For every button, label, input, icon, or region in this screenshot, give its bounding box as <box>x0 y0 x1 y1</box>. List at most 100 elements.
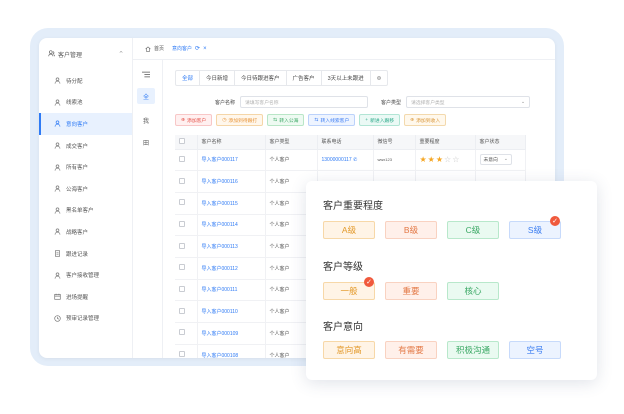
table-row[interactable]: 导入客户000117 个人客户 13000000117 ✆ wwx123 ★★★☆☆ 未意… <box>175 149 526 172</box>
checkbox[interactable] <box>179 264 185 271</box>
star-icon[interactable]: ★ <box>436 155 443 164</box>
sidebar-item[interactable]: 所有客户 <box>39 156 132 178</box>
row-checkbox-cell[interactable] <box>175 235 198 258</box>
checkbox[interactable] <box>179 307 185 314</box>
level-tag-important[interactable]: 重要 <box>385 282 437 300</box>
customer-name-link[interactable]: 导入客户000112 <box>197 257 266 280</box>
type-select[interactable]: 请选择客户类型 ⌄ <box>406 96 531 108</box>
chevron-up-icon: ⌃ <box>118 51 124 58</box>
refresh-icon[interactable]: ⟳ <box>195 45 200 52</box>
phone-cell[interactable]: 13000000117 ✆ <box>317 149 374 172</box>
sidebar-item-label: 公海客户 <box>66 186 89 193</box>
table-header: 客户名称 客户类型 联系电话 微信号 重要程度 客户状态 <box>175 135 526 150</box>
customer-name-link[interactable]: 导入客户000114 <box>197 214 266 237</box>
checkbox[interactable] <box>179 137 185 144</box>
action-button[interactable]: ◷ 添加到待跟打 <box>216 114 264 126</box>
customer-name-link[interactable]: 导入客户000109 <box>197 322 266 345</box>
column-header: 客户名称 <box>197 135 266 150</box>
importance-tag-a[interactable]: A级 <box>323 221 375 239</box>
view-mine-button[interactable]: 我 <box>137 112 155 128</box>
sidebar-item[interactable]: 客户接收管理 <box>39 264 132 286</box>
select-all-checkbox[interactable] <box>175 135 198 150</box>
sidebar-item[interactable]: 战略客户 <box>39 221 132 243</box>
sidebar-item[interactable]: 预审记录管理 <box>39 308 132 330</box>
breadcrumb: 首页 意向客户 ⟳ × <box>133 38 555 60</box>
sidebar-item[interactable]: 意向客户 <box>39 113 132 135</box>
grid-view-button[interactable]: 田 <box>137 134 155 150</box>
importance-stars[interactable]: ★★★☆☆ <box>415 149 476 172</box>
sidebar-item[interactable]: 线索池 <box>39 92 132 114</box>
name-input[interactable]: 请填写客户名称 <box>240 96 369 108</box>
row-checkbox-cell[interactable] <box>175 344 198 358</box>
importance-tag-c[interactable]: C级 <box>447 221 499 239</box>
row-checkbox-cell[interactable] <box>175 170 198 193</box>
row-checkbox-cell[interactable] <box>175 300 198 323</box>
breadcrumb-home[interactable]: 首页 <box>145 45 164 52</box>
star-icon[interactable]: ☆ <box>452 155 459 164</box>
phone-icon[interactable]: ✆ <box>352 157 357 163</box>
row-checkbox-cell[interactable] <box>175 322 198 345</box>
sidebar-item[interactable]: 公海客户 <box>39 178 132 200</box>
level-tag-core[interactable]: 核心 <box>447 282 499 300</box>
sidebar-item[interactable]: 待分配 <box>39 70 132 92</box>
action-button[interactable]: ⊕ 添加客户 <box>175 114 213 126</box>
row-checkbox-cell[interactable] <box>175 257 198 280</box>
status-select[interactable]: 未意向 ⌄ <box>479 154 512 166</box>
sidebar-item[interactable]: 黑名单客户 <box>39 200 132 222</box>
home-icon <box>145 46 151 52</box>
phone-number[interactable]: 13000000117 <box>322 157 352 163</box>
sidebar-section-customer-management[interactable]: 客户管理 ⌃ <box>39 38 132 70</box>
checkbox[interactable] <box>179 177 185 184</box>
importance-tag-b[interactable]: B级 <box>385 221 437 239</box>
tab-current[interactable]: 意向客户 ⟳ × <box>172 45 207 53</box>
row-checkbox-cell[interactable] <box>175 279 198 302</box>
checkbox[interactable] <box>179 199 185 206</box>
name-filter: 客户名称 请填写客户名称 <box>215 96 369 108</box>
tab-0[interactable]: 全部 <box>176 71 201 85</box>
status-cell[interactable]: 未意向 ⌄ <box>475 149 526 172</box>
intent-tag-active[interactable]: 积极沟通 <box>447 341 499 359</box>
sidebar-item[interactable]: 跟进记录 <box>39 243 132 265</box>
customer-name-link[interactable]: 导入客户000113 <box>197 235 266 258</box>
customer-name-link[interactable]: 导入客户000117 <box>197 149 266 172</box>
star-icon[interactable]: ★ <box>420 155 427 164</box>
star-icon[interactable]: ★ <box>428 155 435 164</box>
checkbox[interactable] <box>179 351 185 358</box>
intent-tag-empty[interactable]: 空号 <box>509 341 561 359</box>
sidebar-item-label: 进场提醒 <box>66 294 89 301</box>
customer-name-link[interactable]: 导入客户000111 <box>197 279 266 302</box>
action-button[interactable]: ⊕ 添加到收入 <box>404 114 447 126</box>
action-button[interactable]: + 新进入跟移 <box>359 114 401 126</box>
checkbox[interactable] <box>179 242 185 249</box>
sidebar-item[interactable]: 进场提醒 <box>39 286 132 308</box>
intent-tag-high[interactable]: 意向高 <box>323 341 375 359</box>
add-tab-button[interactable] <box>371 71 387 85</box>
checkbox[interactable] <box>179 285 185 292</box>
checkbox[interactable] <box>179 155 185 162</box>
row-checkbox-cell[interactable] <box>175 149 198 172</box>
tab-2[interactable]: 今日待跟进客户 <box>235 71 287 85</box>
sidebar-item[interactable]: 成交客户 <box>39 135 132 157</box>
star-icon[interactable]: ☆ <box>444 155 451 164</box>
customer-name-link[interactable]: 导入客户000110 <box>197 300 266 323</box>
tab-3[interactable]: 广告客户 <box>287 71 322 85</box>
status-value: 未意向 <box>483 158 498 164</box>
checkbox[interactable] <box>179 329 185 336</box>
customer-name-link[interactable]: 导入客户000108 <box>197 344 266 358</box>
intent-tag-needed[interactable]: 有需要 <box>385 341 437 359</box>
tab-4[interactable]: 3天以上未跟进 <box>322 71 371 85</box>
action-button[interactable]: ⇆ 转入公海 <box>267 114 305 126</box>
row-checkbox-cell[interactable] <box>175 192 198 215</box>
customer-name-link[interactable]: 导入客户000115 <box>197 192 266 215</box>
close-icon[interactable]: × <box>203 46 207 52</box>
tab-1[interactable]: 今日新增 <box>200 71 236 85</box>
list-view-icon[interactable] <box>137 66 155 82</box>
sidebar-item-label: 黑名单客户 <box>66 208 94 215</box>
checkbox[interactable] <box>179 220 185 227</box>
action-button[interactable]: ⇆ 转入线索客户 <box>308 114 356 126</box>
swap-icon: ⇆ <box>314 117 319 123</box>
user-icon <box>54 77 61 84</box>
customer-name-link[interactable]: 导入客户000116 <box>197 170 266 193</box>
view-all-button[interactable]: 全 <box>137 88 155 104</box>
row-checkbox-cell[interactable] <box>175 214 198 237</box>
